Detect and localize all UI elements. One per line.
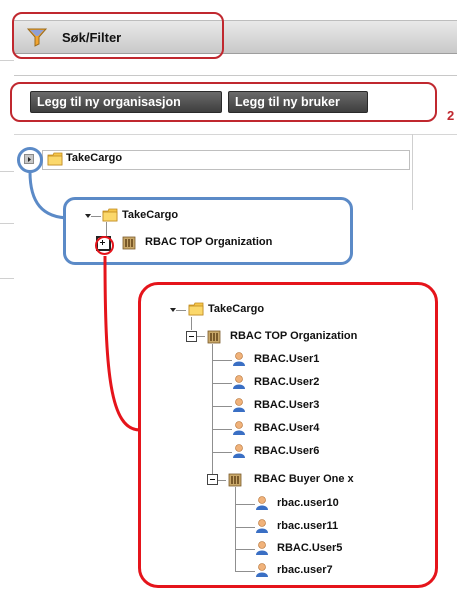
left-edge-divider [0,223,14,224]
tree-connector [197,336,205,337]
tree-connector [212,360,232,361]
tree-node-label: RBAC TOP Organization [230,330,358,342]
tree-connector [106,222,107,236]
tree-root-label: TakeCargo [66,152,123,164]
tree-user-label: rbac.user7 [277,564,333,576]
user-icon [256,563,268,577]
tree-node-label: RBAC Buyer One x [254,473,354,485]
left-edge-divider [0,60,14,61]
tree-connector [218,480,226,481]
highlight-root-circle [17,147,43,173]
collapse-minus-icon[interactable] [207,474,218,485]
left-edge-divider [0,278,14,279]
organization-icon [228,473,242,487]
folder-icon [102,208,118,222]
tree-connector [235,527,255,528]
tree-user-label: rbac.user10 [277,497,339,509]
user-icon [256,519,268,533]
user-icon [233,444,245,458]
highlight-filter-box [12,12,224,59]
tree-connector [212,452,232,453]
left-edge-divider [0,171,14,172]
tree-connector [212,429,232,430]
tree-user-label: rbac.user11 [277,520,339,532]
tree-connector [212,383,232,384]
user-icon [233,375,245,389]
user-icon [233,421,245,435]
tree-user-label: RBAC.User6 [254,445,320,457]
user-icon [233,352,245,366]
tree-user-label: RBAC.User3 [254,399,320,411]
tree-connector [235,549,255,550]
highlight-expand-circle [95,236,114,255]
tree-connector [212,344,213,480]
tree-user-label: RBAC.User2 [254,376,320,388]
tree-connector [235,487,236,571]
tree-panel-divider [412,134,413,210]
add-organization-button[interactable]: Legg til ny organisasjon [30,91,222,113]
folder-icon [47,152,63,166]
tree-connector [176,310,186,311]
tree-node-label: TakeCargo [122,209,179,221]
collapse-minus-icon[interactable] [186,331,197,342]
user-icon [233,398,245,412]
organization-icon [207,330,221,344]
user-icon [256,496,268,510]
tree-user-label: RBAC.User1 [254,353,320,365]
folder-icon [188,302,204,316]
user-icon [256,541,268,555]
tree-connector [235,571,255,572]
annotation-marker: 2 [447,108,455,123]
tree-node-label: TakeCargo [208,303,265,315]
tree-node-label: RBAC TOP Organization [145,236,273,248]
tree-connector [191,317,192,330]
tree-connector [91,216,101,217]
tree-user-label: RBAC.User5 [277,542,343,554]
tree-user-label: RBAC.User4 [254,422,320,434]
organization-icon [122,236,136,250]
tree-connector [212,406,232,407]
tree-connector [235,504,255,505]
add-user-button[interactable]: Legg til ny bruker [228,91,368,113]
